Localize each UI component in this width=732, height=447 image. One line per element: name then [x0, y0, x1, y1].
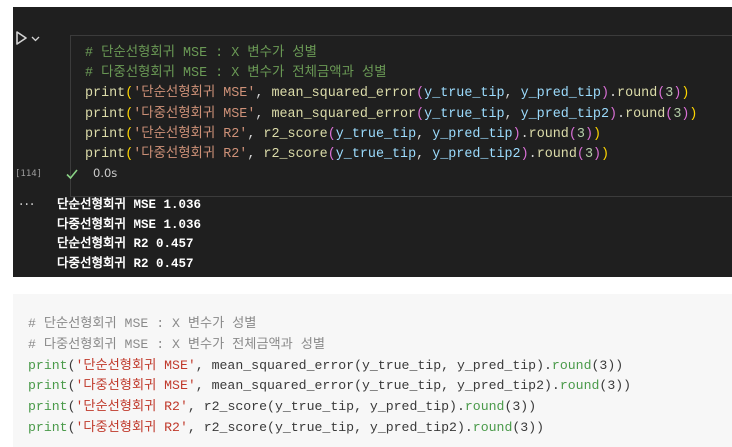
code-snippet-block: # 단순선형회귀 MSE : X 변수가 성별 # 다중선형회귀 MSE : X …	[13, 294, 732, 447]
cell-output: 단순선형회귀 MSE 1.036 다중선형회귀 MSE 1.036 단순선형회귀 R…	[57, 196, 201, 274]
execution-count: [114]	[15, 169, 43, 179]
execution-time: 0.0s	[93, 166, 118, 180]
output-line: 단순선형회귀 MSE 1.036	[57, 198, 202, 212]
output-menu-button[interactable]: ...	[19, 193, 35, 209]
notebook-cell: # 단순선형회귀 MSE : X 변수가 성별 # 다중선형회귀 MSE : X …	[13, 7, 732, 277]
code-line-comment: # 단순선형회귀 MSE : X 변수가 성별	[28, 316, 257, 331]
run-icon[interactable]	[15, 31, 28, 45]
run-cell-button[interactable]	[15, 30, 45, 46]
code-line-comment: # 다중선형회귀 MSE : X 변수가 전체금액과 성별	[28, 336, 325, 352]
code-line-print: print('다중선형회귀 R2', r2_score(y_true_tip, …	[85, 146, 610, 162]
code-line-print: print('다중선형회귀 MSE', mean_squared_error(y…	[28, 378, 632, 394]
code-line-print: print('단순선형회귀 R2', r2_score(y_true_tip, …	[85, 126, 602, 142]
code-line-comment: # 다중선형회귀 MSE : X 변수가 전체금액과 성별	[85, 66, 387, 82]
code-line-print: print('단순선형회귀 MSE', mean_squared_error(y…	[28, 357, 624, 373]
output-line: 다중선형회귀 MSE 1.036	[57, 217, 202, 232]
code-line-print: print('다중선형회귀 R2', r2_score(y_true_tip, …	[28, 419, 545, 435]
code-line-print: print('단순선형회귀 R2', r2_score(y_true_tip, …	[28, 399, 537, 415]
chevron-down-icon[interactable]	[31, 34, 40, 43]
output-line: 단순선형회귀 R2 0.457	[57, 237, 194, 251]
code-line-print: print('단순선형회귀 MSE', mean_squared_error(y…	[85, 86, 690, 102]
code-line-comment: # 단순선형회귀 MSE : X 변수가 성별	[85, 46, 317, 61]
code-editor[interactable]: # 단순선형회귀 MSE : X 변수가 성별 # 다중선형회귀 MSE : X …	[70, 35, 732, 197]
code-line-print: print('다중선형회귀 MSE', mean_squared_error(y…	[85, 106, 698, 122]
check-icon	[66, 169, 78, 180]
output-line: 다중선형회귀 R2 0.457	[57, 256, 194, 271]
